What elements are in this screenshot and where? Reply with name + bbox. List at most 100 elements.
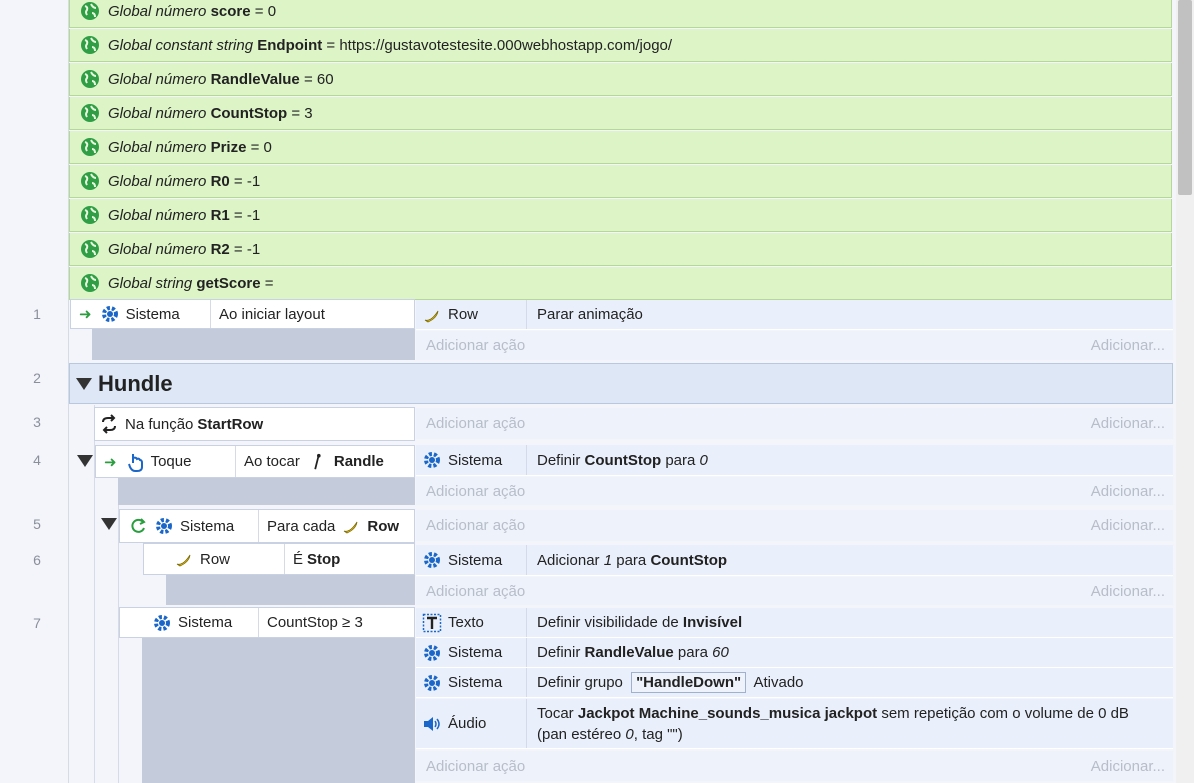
condition-object-label: Toque xyxy=(150,453,192,470)
condition-value: Stop xyxy=(307,550,341,568)
variable-name: score xyxy=(210,2,251,20)
variable-value: = 0 xyxy=(250,138,272,156)
add-more-link[interactable]: Adicionar... xyxy=(1091,337,1165,354)
condition-prefix: É xyxy=(293,550,304,568)
event-1-action[interactable]: Row Parar animação xyxy=(416,300,1173,330)
variable-kind: Global número xyxy=(108,70,207,88)
event-3-condition[interactable]: Na função StartRow xyxy=(94,407,415,441)
collapse-triangle-icon[interactable] xyxy=(101,518,117,530)
trigger-arrow-icon: ➜ xyxy=(79,306,92,323)
add-action-row[interactable]: Adicionar ação Adicionar... xyxy=(416,510,1173,541)
action-text: Definir visibilidade de Invisível xyxy=(527,614,742,631)
line-number: 3 xyxy=(33,414,41,430)
event-4-condition[interactable]: ➜ Toque Ao tocar Randle xyxy=(95,445,415,478)
action-prefix: Adicionar xyxy=(537,551,600,569)
add-more-link[interactable]: Adicionar... xyxy=(1091,758,1165,775)
global-variable-row[interactable]: Global string getScore = xyxy=(69,267,1172,300)
globe-icon xyxy=(81,36,99,54)
global-variable-row[interactable]: Global constant string Endpoint = https:… xyxy=(69,29,1172,62)
function-name: StartRow xyxy=(197,415,264,433)
add-action-row[interactable]: Adicionar ação Adicionar... xyxy=(416,477,1173,505)
action-value: 0 xyxy=(699,451,708,469)
variable-value: = -1 xyxy=(233,206,261,224)
condition-target: Row xyxy=(367,517,400,535)
action-prefix: Tocar xyxy=(537,704,574,722)
action-object: Áudio xyxy=(416,699,527,748)
event-7-action-2[interactable]: Sistema Definir RandleValue para 60 xyxy=(416,638,1173,668)
variable-value: = -1 xyxy=(233,240,261,258)
add-action-link[interactable]: Adicionar ação xyxy=(426,517,525,534)
global-variable-row[interactable]: Global número R2 = -1 xyxy=(69,233,1172,266)
variable-value: = xyxy=(264,274,274,292)
action-object: Texto xyxy=(416,608,527,637)
add-more-link[interactable]: Adicionar... xyxy=(1091,517,1165,534)
line-number: 2 xyxy=(33,370,41,386)
speaker-icon xyxy=(424,716,440,731)
condition-object: ➜ Sistema xyxy=(71,300,211,328)
variable-name: RandleValue xyxy=(210,70,300,88)
add-more-link[interactable]: Adicionar... xyxy=(1091,415,1165,432)
variable-kind: Global número xyxy=(108,2,207,20)
event-7-condition[interactable]: Sistema CountStop ≥ 3 xyxy=(119,607,415,638)
variable-value: = 60 xyxy=(303,70,334,88)
variable-kind: Global número xyxy=(108,104,207,122)
add-action-link[interactable]: Adicionar ação xyxy=(426,483,525,500)
global-variable-row[interactable]: Global número R0 = -1 xyxy=(69,165,1172,198)
text-object-icon xyxy=(422,613,442,632)
collapse-triangle-icon[interactable] xyxy=(76,377,92,390)
condition-text: Ao iniciar layout xyxy=(219,305,325,323)
action-text: Definir RandleValue para 60 xyxy=(527,644,729,661)
global-variable-row[interactable]: Global número Prize = 0 xyxy=(69,131,1172,164)
event-7-action-3[interactable]: Sistema Definir grupo "HandleDown" Ativa… xyxy=(416,668,1173,698)
trigger-arrow-icon: ➜ xyxy=(104,453,117,471)
touch-hand-icon xyxy=(127,453,143,472)
condition-prefix: Ao tocar xyxy=(244,453,300,470)
action-object: Sistema xyxy=(416,668,527,697)
variable-kind: Global número xyxy=(108,138,207,156)
condition-object-label: Sistema xyxy=(180,517,235,535)
sound-name: Jackpot Machine_sounds_musica jackpot xyxy=(577,704,878,722)
action-object-label: Áudio xyxy=(448,715,487,732)
group-name-chip[interactable]: "HandleDown" xyxy=(631,672,747,693)
global-variable-row[interactable]: Global número R1 = -1 xyxy=(69,199,1172,232)
gear-icon xyxy=(154,614,170,631)
action-text: Parar animação xyxy=(537,306,643,323)
add-action-row[interactable]: Adicionar ação Adicionar... xyxy=(416,331,1173,360)
scrollbar-thumb[interactable] xyxy=(1178,0,1192,195)
global-variable-row[interactable]: Global número score = 0 xyxy=(69,0,1172,28)
event-6-condition[interactable]: Row É Stop xyxy=(143,543,415,575)
variable-name: R0 xyxy=(210,172,230,190)
add-action-link[interactable]: Adicionar ação xyxy=(426,758,525,775)
event-1-condition[interactable]: ➜ Sistema Ao iniciar layout xyxy=(70,299,415,329)
event-7-action-4[interactable]: Áudio Tocar Jackpot Machine_sounds_music… xyxy=(416,699,1173,749)
action-text: Definir CountStop para 0 xyxy=(527,452,708,469)
collapse-triangle-icon[interactable] xyxy=(77,455,93,467)
add-action-link[interactable]: Adicionar ação xyxy=(426,583,525,600)
vertical-scrollbar[interactable] xyxy=(1176,0,1194,783)
global-variable-row[interactable]: Global número CountStop = 3 xyxy=(69,97,1172,130)
event-5-condition[interactable]: Sistema Para cada Row xyxy=(119,509,415,543)
add-action-link[interactable]: Adicionar ação xyxy=(426,415,525,432)
add-more-link[interactable]: Adicionar... xyxy=(1091,583,1165,600)
condition-object: ➜ Toque xyxy=(96,446,236,477)
action-object-label: Sistema xyxy=(448,644,503,661)
add-action-row[interactable]: Adicionar ação Adicionar... xyxy=(416,751,1173,781)
global-variable-row[interactable]: Global número RandleValue = 60 xyxy=(69,63,1172,96)
group-header[interactable]: Hundle xyxy=(69,363,1173,404)
condition-text: Ao tocar Randle xyxy=(236,446,384,477)
function-prefix: Na função xyxy=(125,415,194,433)
globe-icon xyxy=(81,104,99,122)
add-more-link[interactable]: Adicionar... xyxy=(1091,483,1165,500)
event-4-action[interactable]: Sistema Definir CountStop para 0 xyxy=(416,445,1173,476)
add-action-link[interactable]: Adicionar ação xyxy=(426,337,525,354)
event-7-action-1[interactable]: Texto Definir visibilidade de Invisível xyxy=(416,608,1173,638)
add-action-row[interactable]: Adicionar ação Adicionar... xyxy=(416,577,1173,605)
event-7-stripe xyxy=(142,638,415,783)
variable-name: R1 xyxy=(210,206,230,224)
add-action-row[interactable]: Adicionar ação Adicionar... xyxy=(416,408,1173,439)
group-title: Hundle xyxy=(98,370,173,396)
variable-kind: Global número xyxy=(108,206,207,224)
globe-icon xyxy=(81,206,99,224)
event-6-action[interactable]: Sistema Adicionar 1 para CountStop xyxy=(416,545,1173,576)
action-mid: para xyxy=(677,644,708,661)
